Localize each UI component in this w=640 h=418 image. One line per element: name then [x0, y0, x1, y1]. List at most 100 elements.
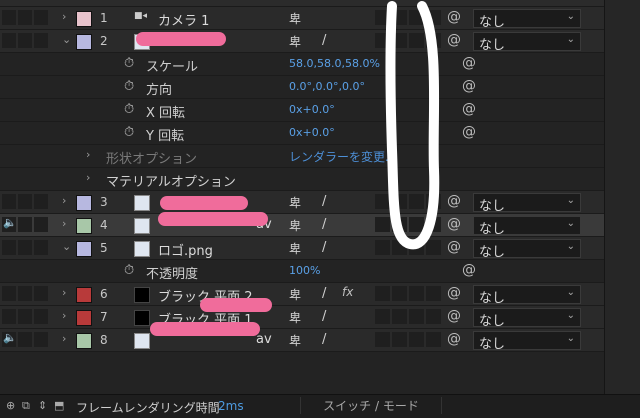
quality-switch-icon[interactable]: / — [322, 194, 326, 209]
stopwatch-icon[interactable]: ⏱ — [124, 102, 134, 117]
parent-dropdown[interactable]: なし ⌄ — [473, 239, 581, 260]
layer-row[interactable]: 🔈 › 8 av 卑 / @ なし ⌄ — [0, 329, 604, 352]
lock-switch[interactable] — [34, 10, 48, 25]
stopwatch-icon[interactable]: ⏱ — [124, 125, 134, 140]
property-pickwhip-icon[interactable]: @ — [462, 78, 476, 94]
layer-switch-box[interactable] — [392, 332, 407, 347]
layer-switch-box[interactable] — [409, 332, 424, 347]
twirl-arrow-icon[interactable]: ⌄ — [62, 240, 71, 253]
shy-switch-icon[interactable]: 卑 — [289, 286, 301, 303]
twirl-arrow-icon[interactable]: › — [62, 332, 66, 345]
speaker-icon[interactable]: 🔈 — [3, 216, 17, 229]
lock-switch[interactable] — [34, 194, 48, 209]
layer-row[interactable]: ⌄ 5 ロゴ.png 卑 / @ なし ⌄ — [0, 237, 604, 260]
layer-switch-box[interactable] — [426, 286, 441, 301]
lock-switch[interactable] — [34, 217, 48, 232]
visibility-switch[interactable] — [2, 10, 16, 25]
shy-switch-icon[interactable]: 卑 — [289, 217, 301, 234]
label-color-chip[interactable] — [76, 287, 92, 303]
audio-switch[interactable] — [18, 217, 32, 232]
layer-row[interactable]: ⌄ 2 卑 / @ なし ⌄ — [0, 30, 604, 53]
quality-switch-icon[interactable]: / — [322, 332, 326, 347]
shy-switch-icon[interactable]: 卑 — [289, 332, 301, 349]
property-value[interactable]: 58.0,58.0,58.0% — [289, 57, 380, 70]
layer-name[interactable]: カメラ 1 — [158, 10, 209, 29]
shy-switch-icon[interactable]: 卑 — [289, 309, 301, 326]
quality-switch-icon[interactable]: / — [322, 309, 326, 324]
parent-dropdown[interactable]: なし ⌄ — [473, 216, 581, 237]
parent-dropdown[interactable]: なし ⌄ — [473, 308, 581, 329]
quality-switch-icon[interactable]: / — [322, 286, 326, 301]
property-group-row[interactable]: › マテリアルオプション — [0, 168, 604, 191]
property-value[interactable]: 0.0°,0.0°,0.0° — [289, 80, 365, 93]
visibility-switch[interactable] — [2, 286, 16, 301]
property-value[interactable]: 100% — [289, 264, 320, 277]
layer-switch-box[interactable] — [426, 332, 441, 347]
lock-switch[interactable] — [34, 332, 48, 347]
speaker-icon[interactable]: 🔈 — [3, 331, 17, 344]
layer-name[interactable]: av — [256, 332, 272, 347]
label-color-chip[interactable] — [76, 11, 92, 27]
parent-dropdown[interactable]: なし ⌄ — [473, 193, 581, 214]
label-color-chip[interactable] — [76, 34, 92, 50]
graph-editor-icon[interactable]: ⬒ — [54, 399, 64, 412]
quality-switch-icon[interactable]: / — [322, 240, 326, 255]
parent-pickwhip-icon[interactable]: @ — [447, 285, 461, 301]
parent-dropdown[interactable]: なし ⌄ — [473, 285, 581, 306]
label-color-chip[interactable] — [76, 195, 92, 211]
property-pickwhip-icon[interactable]: @ — [462, 262, 476, 278]
audio-switch[interactable] — [18, 332, 32, 347]
visibility-switch[interactable] — [2, 33, 16, 48]
layer-switch-box[interactable] — [375, 309, 390, 324]
stopwatch-icon[interactable]: ⏱ — [124, 79, 134, 94]
layer-switch-box[interactable] — [375, 286, 390, 301]
property-pickwhip-icon[interactable]: @ — [462, 101, 476, 117]
layer-switch-box[interactable] — [392, 286, 407, 301]
property-value[interactable]: 0x+0.0° — [289, 126, 335, 139]
composition-icon[interactable]: ⊕ — [6, 399, 15, 412]
label-color-chip[interactable] — [76, 310, 92, 326]
layer-switch-box[interactable] — [426, 309, 441, 324]
property-row[interactable]: ⏱ スケール 58.0,58.0,58.0% @ — [0, 53, 604, 76]
twirl-arrow-icon[interactable]: › — [86, 171, 90, 184]
layer-row[interactable]: ›6ブラック 平面 2卑/fx@なし⌄ — [0, 283, 604, 306]
parent-dropdown[interactable]: なし ⌄ — [473, 9, 581, 30]
property-row[interactable]: ⏱ X 回転 0x+0.0° @ — [0, 99, 604, 122]
stopwatch-icon[interactable]: ⏱ — [124, 56, 134, 71]
property-value[interactable]: 0x+0.0° — [289, 103, 335, 116]
effects-switch-icon[interactable]: fx — [342, 285, 353, 299]
parent-dropdown[interactable]: なし ⌄ — [473, 32, 581, 53]
quality-switch-icon[interactable]: / — [322, 217, 326, 232]
layer-switch-box[interactable] — [392, 309, 407, 324]
twirl-arrow-icon[interactable]: › — [62, 309, 66, 322]
audio-switch[interactable] — [18, 33, 32, 48]
shy-switch-icon[interactable]: 卑 — [289, 10, 301, 27]
lock-switch[interactable] — [34, 240, 48, 255]
parent-pickwhip-icon[interactable]: @ — [447, 331, 461, 347]
layer-name[interactable]: ロゴ.png — [158, 240, 213, 259]
parent-dropdown[interactable]: なし ⌄ — [473, 331, 581, 352]
layer-row[interactable]: › 7 ブラック 平面 1 卑 / @ なし ⌄ — [0, 306, 604, 329]
visibility-switch[interactable] — [2, 240, 16, 255]
twirl-arrow-icon[interactable]: › — [62, 10, 66, 23]
layer-row[interactable]: › 3 卑 / @ なし ⌄ — [0, 191, 604, 214]
layer-switch-box[interactable] — [409, 286, 424, 301]
shy-switch-icon[interactable]: 卑 — [289, 33, 301, 50]
switches-modes-toggle[interactable]: スイッチ / モード — [300, 397, 442, 414]
property-pickwhip-icon[interactable]: @ — [462, 55, 476, 71]
layer-row[interactable]: 🔈›4av卑/@なし⌄ — [0, 214, 604, 237]
audio-switch[interactable] — [18, 10, 32, 25]
audio-switch[interactable] — [18, 194, 32, 209]
shy-switch-icon[interactable]: 卑 — [289, 194, 301, 211]
twirl-arrow-icon[interactable]: › — [86, 148, 90, 161]
lock-switch[interactable] — [34, 33, 48, 48]
quality-switch-icon[interactable]: / — [322, 33, 326, 48]
layer-switch-box[interactable] — [375, 332, 390, 347]
property-pickwhip-icon[interactable]: @ — [462, 124, 476, 140]
label-color-chip[interactable] — [76, 241, 92, 257]
visibility-switch[interactable] — [2, 309, 16, 324]
audio-switch[interactable] — [18, 286, 32, 301]
twirl-arrow-icon[interactable]: › — [62, 286, 66, 299]
layer-switch-icon[interactable]: ⧉ — [22, 399, 30, 413]
parent-pickwhip-icon[interactable]: @ — [447, 308, 461, 324]
